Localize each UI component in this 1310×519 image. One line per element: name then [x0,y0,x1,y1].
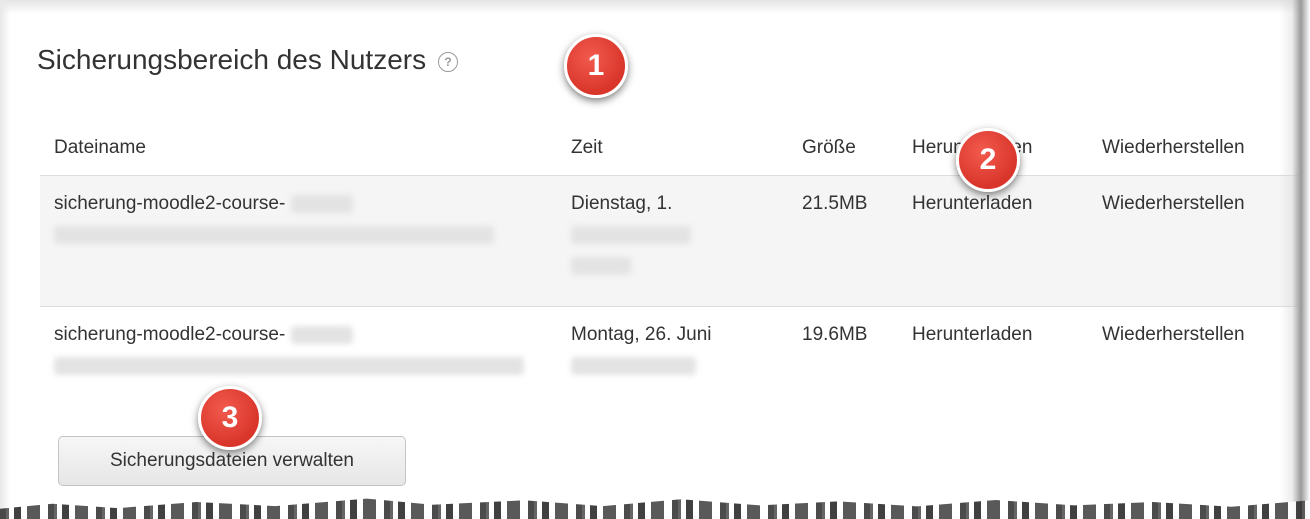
column-header-time: Zeit [557,120,788,176]
redacted-text [291,194,354,213]
size-cell: 19.6MB [802,324,868,345]
redacted-text [54,356,524,375]
callout-badge-3: 3 [198,386,262,450]
backup-files-table: Dateiname Zeit Größe Herunterladen Wiede… [40,120,1298,395]
table-header-row: Dateiname Zeit Größe Herunterladen Wiede… [40,120,1298,176]
filename-text: sicherung-moodle2-course- [54,193,286,214]
time-text: Dienstag, 1. [571,193,673,214]
redacted-text [571,356,696,375]
redacted-text [571,256,631,275]
callout-badge-2: 2 [956,128,1020,192]
download-link[interactable]: Herunterladen [898,175,1088,307]
time-text: Montag, 26. Juni [571,324,712,345]
table-row: sicherung-moodle2-course- Montag, 26. Ju… [40,307,1298,396]
time-cell: Dienstag, 1. [557,175,788,307]
callout-badge-1: 1 [564,34,628,98]
column-header-restore: Wiederherstellen [1088,120,1298,176]
redacted-text [291,325,354,344]
time-cell: Montag, 26. Juni [557,307,788,396]
redacted-text [54,225,494,244]
torn-edge-right [1280,0,1310,519]
filename-cell: sicherung-moodle2-course- [40,175,557,307]
redacted-text [571,225,691,244]
column-header-filename: Dateiname [40,120,557,176]
question-circle-icon[interactable]: ? [438,52,459,72]
torn-edge-top [0,0,1310,14]
filename-cell: sicherung-moodle2-course- [40,307,557,396]
size-cell: 21.5MB [788,175,898,307]
section-title: Sicherungsbereich des Nutzers ? [37,44,459,76]
restore-link[interactable]: Wiederherstellen [1088,307,1298,396]
download-link[interactable]: Herunterladen [898,307,1088,396]
restore-link[interactable]: Wiederherstellen [1088,175,1298,307]
torn-edge-left [0,0,10,519]
torn-edge-bottom [0,498,1310,519]
column-header-size: Größe [788,120,898,176]
table-row: sicherung-moodle2-course- Dienstag, 1. 2… [40,175,1298,307]
section-title-text: Sicherungsbereich des Nutzers [37,44,427,75]
filename-text: sicherung-moodle2-course- [54,324,286,345]
